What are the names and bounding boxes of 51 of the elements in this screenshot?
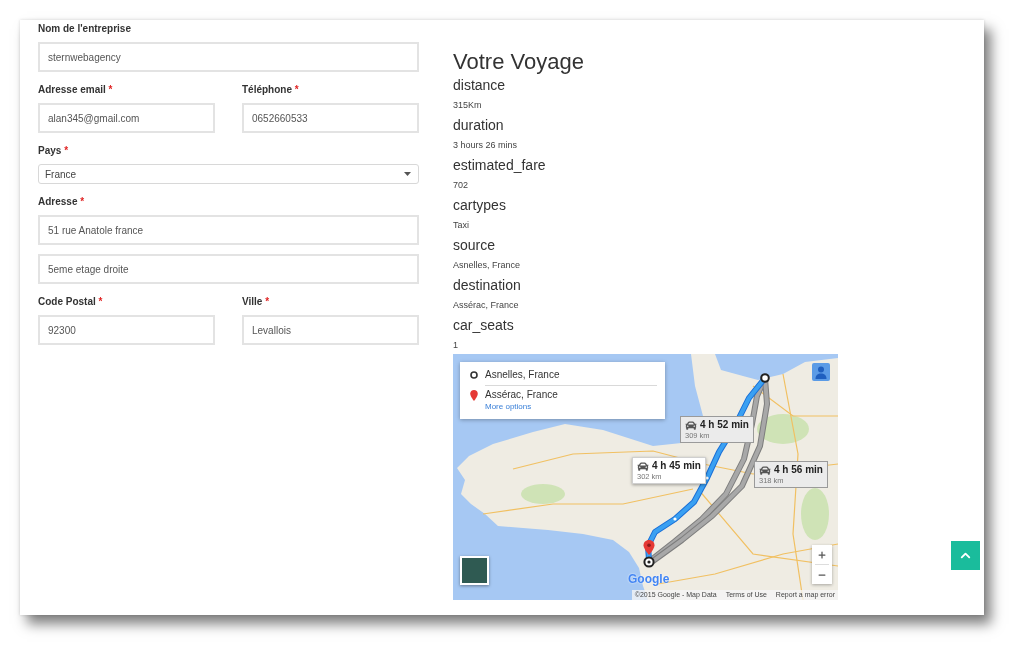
car-icon (637, 460, 649, 472)
map-pin-icon (643, 540, 655, 568)
car-icon (759, 464, 771, 476)
route-duration: 4 h 56 min (774, 464, 823, 476)
more-options-link[interactable]: More options (485, 402, 532, 412)
origin-icon (470, 371, 478, 379)
car-icon (685, 419, 697, 431)
field-label: Adresse email * (38, 83, 113, 97)
input-field[interactable]: 0652660533 (242, 103, 419, 133)
detail-label: source (453, 236, 496, 255)
section-title: Votre Voyage (453, 50, 585, 74)
detail-label: cartypes (453, 196, 506, 215)
detail-value: 1 (453, 339, 458, 352)
input-field[interactable]: alan345@gmail.com (38, 103, 215, 133)
plus-icon (817, 549, 827, 560)
input-field[interactable]: 5eme etage droite (38, 254, 419, 284)
detail-label: estimated_fare (453, 156, 546, 175)
input-field[interactable]: Levallois (242, 315, 419, 345)
detail-value: Assérac, France (453, 299, 519, 312)
detail-value: Asnelles, France (453, 259, 521, 272)
field-label: Nom de l'entreprise (38, 22, 131, 36)
route-duration: 4 h 52 min (700, 419, 749, 431)
zoom-in-button[interactable] (812, 545, 832, 564)
destination-text: Assérac, France (485, 388, 558, 402)
caret-icon (404, 172, 411, 176)
input-field[interactable]: sternwebagency (38, 42, 419, 72)
route-duration: 4 h 45 min (652, 460, 701, 472)
origin-marker-icon (760, 373, 770, 383)
detail-value: 702 (453, 179, 469, 192)
dropdown-field[interactable]: France (38, 164, 419, 184)
field-label: Adresse * (38, 195, 85, 209)
google-logo: Google (628, 572, 670, 586)
detail-value: Taxi (453, 219, 469, 232)
back-to-top-button[interactable] (951, 541, 980, 570)
field-label: Code Postal * (38, 295, 103, 309)
origin-text: Asnelles, France (485, 368, 560, 382)
field-label: Téléphone * (242, 83, 299, 97)
detail-value: 315Km (453, 99, 482, 112)
detail-value: 3 hours 26 mins (453, 139, 518, 152)
input-field[interactable]: 51 rue Anatole france (38, 215, 419, 245)
detail-label: destination (453, 276, 521, 295)
detail-label: distance (453, 76, 506, 95)
zoom-out-button[interactable] (812, 565, 832, 584)
map-pin-icon (470, 389, 478, 401)
field-label: Ville * (242, 295, 270, 309)
detail-label: duration (453, 116, 504, 135)
field-label: Pays * (38, 144, 69, 158)
person-icon[interactable] (812, 363, 830, 381)
satellite-view-button[interactable] (460, 556, 489, 585)
input-field[interactable]: 92300 (38, 315, 215, 345)
detail-label: car_seats (453, 316, 514, 335)
